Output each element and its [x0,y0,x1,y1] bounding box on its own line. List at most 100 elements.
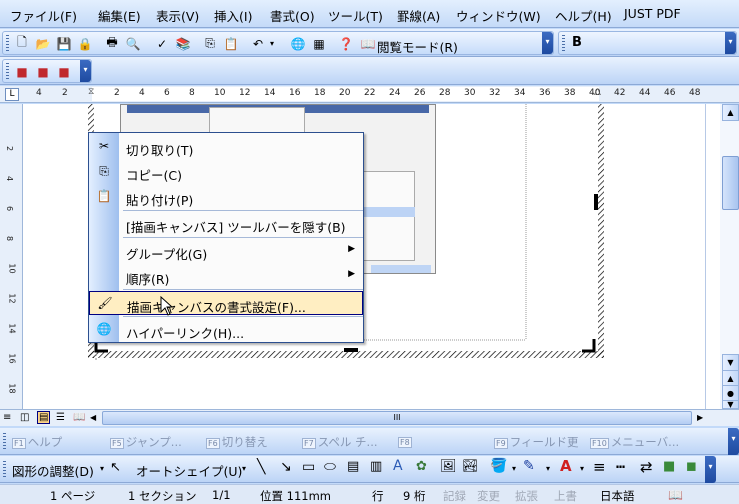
font-color-icon[interactable]: A [560,457,572,475]
menu-item-group[interactable]: グループ化(G) ▶ [89,239,363,263]
undo-dropdown-icon[interactable]: ▾ [267,35,277,52]
menu-justpdf[interactable]: JUST PDF [624,6,681,21]
shadow-style-icon[interactable]: ■ [663,459,675,474]
research-icon[interactable]: 📚 [174,35,192,52]
vertical-ruler[interactable]: 2468101214161820 [0,104,23,424]
toolbar-options-icon[interactable]: ▾ [542,32,553,54]
autoshapes-dropdown-icon[interactable]: ▾ [242,464,246,473]
toolbar-grip[interactable] [6,35,9,52]
normal-view-icon[interactable]: ≡ [3,412,11,423]
toolbar-options-icon[interactable]: ▾ [80,60,91,82]
toolbar-options-icon[interactable]: ▾ [705,456,716,483]
menu-item-copy[interactable]: ⎘ コピー(C) [89,160,363,184]
menu-item-cut[interactable]: ✂ 切り取り(T) [89,135,363,159]
draw-adjust-menu[interactable]: 図形の調整(D) [12,461,94,480]
copy-icon[interactable]: ⎘ [201,35,219,52]
diagram-tool-icon[interactable]: ✿ [416,459,427,474]
print-layout-icon[interactable]: ▤ [37,411,51,424]
wordart-tool-icon[interactable]: A [393,458,403,474]
permission-icon[interactable]: 🔒 [76,35,94,52]
spelling-status-icon[interactable]: 📖 [668,488,683,502]
scroll-left-icon[interactable]: ◀ [90,413,96,422]
fkey-f10[interactable]: F10 メニューバ... [590,434,679,450]
fkey-f5[interactable]: F5 ジャンプ... [110,434,182,450]
paste-icon[interactable]: 📋 [222,35,240,52]
horizontal-scroll-thumb[interactable]: III [102,411,692,425]
table-icon[interactable]: ▦ [310,35,328,52]
clipart-tool-icon[interactable]: 🖼 [440,459,457,474]
spelling-icon[interactable]: ✓ [153,35,171,52]
fkey-f9[interactable]: F9 フィールド更 [494,434,578,450]
toolbar-options-icon[interactable]: ▾ [725,32,736,54]
outline-view-icon[interactable]: ☰ [56,412,65,423]
line-color-icon[interactable]: ✎ [523,458,535,474]
bold-button[interactable]: B [572,35,582,50]
menu-view[interactable]: 表示(V) [156,6,199,25]
menu-window[interactable]: ウィンドウ(W) [456,6,541,25]
reading-mode-button[interactable]: 閲覧モード(R) [377,37,458,56]
undo-icon[interactable]: ↶ [249,35,267,52]
toolbar-grip[interactable] [562,35,565,52]
right-indent-marker[interactable]: △ [594,87,601,97]
select-objects-icon[interactable]: ↖ [110,460,121,475]
fkey-f7[interactable]: F7 スペル チ... [302,434,378,450]
oval-tool-icon[interactable]: ⬭ [324,459,336,475]
menu-table[interactable]: 罫線(A) [397,6,440,25]
textbox-tool-icon[interactable]: ▤ [347,459,359,474]
3d-style-icon[interactable]: ◼ [686,459,697,474]
menu-format[interactable]: 書式(O) [270,6,315,25]
toolbar-grip[interactable] [6,63,9,80]
menu-item-format-canvas[interactable]: 🖌 描画キャンバスの書式設定(F)... [89,291,363,315]
menu-file[interactable]: ファイル(F) [10,6,77,25]
arrow-tool-icon[interactable]: ↘ [280,459,292,475]
picture-tool-icon[interactable]: 🏞 [462,459,479,474]
print-preview-icon[interactable]: 🔍 [124,35,142,52]
menu-insert[interactable]: 挿入(I) [214,6,252,25]
pdf-create-icon[interactable]: ■ [13,63,31,80]
font-color-dropdown-icon[interactable]: ▾ [580,464,584,473]
menu-help[interactable]: ヘルプ(H) [555,6,612,25]
fkey-f1[interactable]: F1 ヘルプ [12,434,62,450]
fkey-f8[interactable]: F8 [398,434,414,448]
toolbar-grip[interactable] [3,433,6,450]
draw-adjust-dropdown-icon[interactable]: ▾ [100,464,104,473]
line-color-dropdown-icon[interactable]: ▾ [546,464,550,473]
menu-item-hyperlink[interactable]: 🌐 ハイパーリンク(H)... [89,318,363,342]
vertical-scrollbar[interactable]: ▲ ▼ ▲ ● ▼ [705,104,739,409]
left-indent-marker[interactable]: ⧖ [88,87,94,97]
line-style-icon[interactable]: ≡ [593,458,606,476]
menu-item-order[interactable]: 順序(R) ▶ [89,264,363,288]
toolbar-grip[interactable] [3,461,6,478]
pdf-settings-icon[interactable]: ■ [55,63,73,80]
web-layout-icon[interactable]: ◫ [20,412,29,423]
fill-color-dropdown-icon[interactable]: ▾ [512,464,516,473]
menu-item-paste[interactable]: 📋 貼り付け(P) [89,185,363,209]
menu-item-hide-canvas-toolbar[interactable]: [描画キャンバス] ツールバーを隠す(B) [89,212,363,236]
scroll-down-icon[interactable]: ▼ [722,354,739,371]
reading-layout-icon[interactable]: 📖 [73,412,85,423]
fill-color-icon[interactable]: 🪣 [490,458,507,474]
dash-style-icon[interactable]: ┅ [616,458,625,476]
status-rec[interactable]: 記録 [443,488,466,504]
save-icon[interactable]: 💾 [55,35,73,52]
toolbar-options-icon[interactable]: ▾ [728,428,739,455]
status-trk[interactable]: 変更 [477,488,500,504]
vertical-textbox-tool-icon[interactable]: ▥ [370,459,382,474]
new-document-icon[interactable]: 🗋 [13,35,31,52]
reading-mode-icon[interactable]: 📖 [359,35,377,52]
rectangle-tool-icon[interactable]: ▭ [302,459,315,475]
pdf-mail-icon[interactable]: ■ [34,63,52,80]
help-icon[interactable]: ❓ [337,35,355,52]
menu-edit[interactable]: 編集(E) [98,6,141,25]
hyperlink-icon[interactable]: 🌐 [289,35,307,52]
scroll-up-icon[interactable]: ▲ [722,104,739,121]
arrow-style-icon[interactable]: ⇄ [640,458,653,476]
next-page-icon[interactable]: ▼ [722,400,739,409]
status-ext[interactable]: 拡張 [515,488,538,504]
line-tool-icon[interactable]: ╲ [257,459,265,475]
open-folder-icon[interactable]: 📂 [34,35,52,52]
menu-tools[interactable]: ツール(T) [328,6,383,25]
fkey-f6[interactable]: F6 切り替え [206,434,268,450]
scroll-thumb[interactable] [722,156,739,210]
autoshapes-menu[interactable]: オートシェイプ(U) [136,461,242,480]
